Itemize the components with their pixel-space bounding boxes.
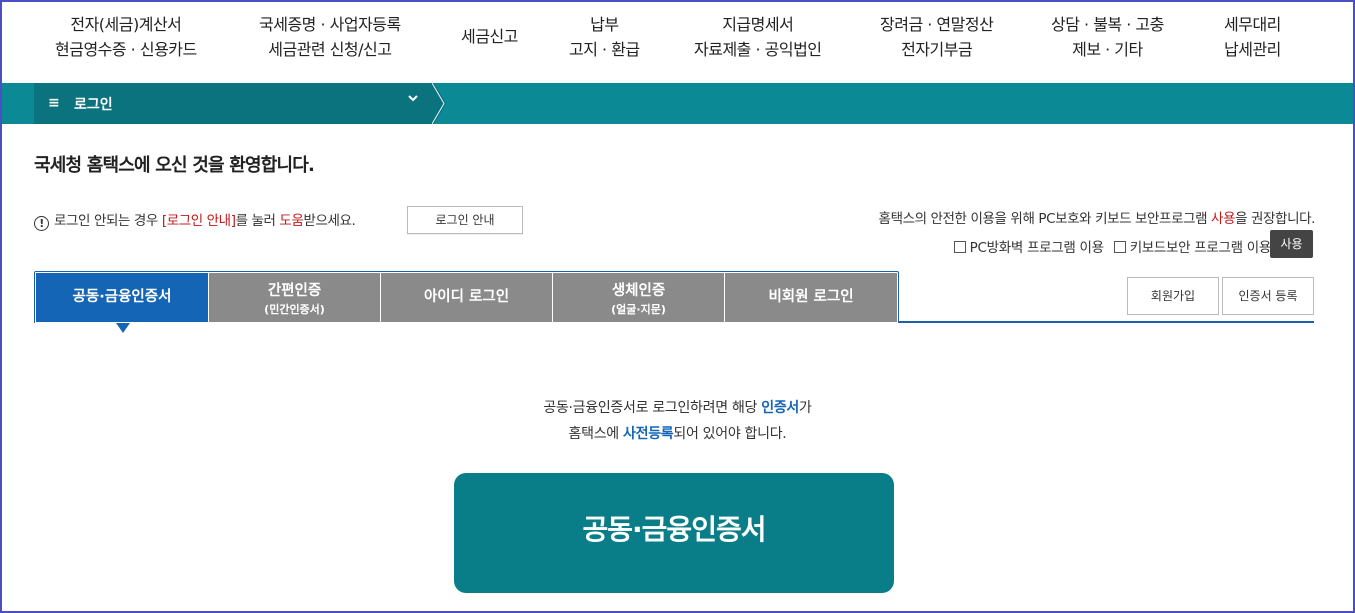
nav-item-incentive[interactable]: 장려금 · 연말정산 전자기부금 [880,12,994,62]
nav-item-line: 현금영수증 · 신용카드 [55,40,197,59]
use-button[interactable]: 사용 [1270,230,1313,258]
tab-label: 공동·금융인증서 [72,289,172,305]
login-method-tabs: 공동·금융인증서 간편인증 (민간인증서) 아이디 로그인 생체인증 (얼굴·지… [34,271,899,323]
security-text: 을 권장합니다. [1235,211,1315,227]
breadcrumb-login-dropdown[interactable]: ≡ 로그인 [34,83,432,124]
notice-text: 를 눌러 [235,213,280,229]
tab-label: 간편인증 [267,283,322,299]
help-text: 도움 [279,213,304,229]
security-text: 홈택스의 안전한 이용을 위해 PC보호와 키보드 보안프로그램 [878,211,1212,227]
breadcrumb-label: 로그인 [74,97,113,113]
nav-item-line: 세금관련 신청/신고 [268,40,392,59]
breadcrumb-bar: ≡ 로그인 [2,83,1353,124]
nav-item-certificates[interactable]: 국세증명 · 사업자등록 세금관련 신청/신고 [259,12,401,62]
signup-button[interactable]: 회원가입 [1127,277,1219,315]
nav-item-line: 장려금 · 연말정산 [880,15,994,34]
tab-simple-auth[interactable]: 간편인증 (민간인증서) [209,273,380,322]
nav-item-line: 납부 [590,15,619,34]
firewall-checkbox[interactable] [953,241,966,253]
tab-joint-financial-cert[interactable]: 공동·금융인증서 [36,273,208,322]
nav-item-line: 전자(세금)계산서 [70,15,182,34]
nav-item-line: 고지 · 환급 [569,40,640,59]
info-highlight: 사전등록 [623,426,674,442]
tab-label: 비회원 로그인 [768,289,854,305]
info-text: 가 [799,400,812,416]
nav-item-line: 상담 · 불복 · 고충 [1051,15,1164,34]
security-recommendation: 홈택스의 안전한 이용을 위해 PC보호와 키보드 보안프로그램 사용을 권장합… [878,207,1316,227]
info-text: 홈택스에 [568,426,624,442]
firewall-checkbox-label: PC방화벽 프로그램 이용 [969,240,1104,256]
tab-label: 생체인증 [611,283,666,299]
nav-item-line: 지급명세서 [722,15,794,34]
nav-item-line: 자료제출 · 공익법인 [694,40,822,59]
keyboard-security-checkbox[interactable] [1113,241,1126,253]
top-navigation: 전자(세금)계산서 현금영수증 · 신용카드 국세증명 · 사업자등록 세금관련… [2,2,1353,83]
login-guide-link[interactable]: [로그인 안내] [162,213,236,229]
cert-info-line-2: 홈택스에 사전등록되어 있어야 합니다. [0,423,1355,443]
menu-icon: ≡ [48,95,60,111]
nav-item-consultation[interactable]: 상담 · 불복 · 고충 제보 · 기타 [1051,12,1164,62]
cert-info-line-1: 공동·금융인증서로 로그인하려면 해당 인증서가 [0,397,1355,417]
nav-item-tax-report[interactable]: 세금신고 [461,24,518,49]
exclamation-icon: ! [34,216,49,231]
tab-id-login[interactable]: 아이디 로그인 [381,273,552,322]
nav-item-payment[interactable]: 납부 고지 · 환급 [569,12,640,62]
info-text: 공동·금융인증서로 로그인하려면 해당 [543,400,762,416]
tab-sublabel: (얼굴·지문) [611,303,666,316]
info-text: 되어 있어야 합니다. [673,426,787,442]
nav-item-tax-agent[interactable]: 세무대리 납세관리 [1224,12,1281,62]
welcome-heading: 국세청 홈택스에 오신 것을 환영합니다. [34,155,315,176]
nav-item-line: 전자기부금 [901,40,973,59]
nav-item-line: 세무대리 [1224,15,1281,34]
tab-label: 아이디 로그인 [423,289,510,305]
keyboard-security-checkbox-label: 키보드보안 프로그램 이용 [1129,240,1272,256]
security-highlight: 사용 [1211,211,1236,227]
nav-item-line: 세금신고 [461,27,518,46]
breadcrumb-separator-icon [432,83,446,124]
nav-item-payment-statement[interactable]: 지급명세서 자료제출 · 공익법인 [694,12,822,62]
login-help-notice: ! 로그인 안되는 경우 [로그인 안내]를 눌러 도움받으세요. [34,209,356,231]
tab-non-member[interactable]: 비회원 로그인 [725,273,897,322]
tab-biometric[interactable]: 생체인증 (얼굴·지문) [553,273,724,322]
tab-underline [898,321,1314,323]
login-guide-button[interactable]: 로그인 안내 [407,206,523,234]
active-tab-pointer-icon [116,323,130,333]
joint-financial-cert-login-button[interactable]: 공동·금융인증서 [454,473,894,593]
info-highlight: 인증서 [761,400,800,416]
nav-item-line: 국세증명 · 사업자등록 [259,15,401,34]
notice-text: 로그인 안되는 경우 [54,213,162,229]
nav-item-e-invoice[interactable]: 전자(세금)계산서 현금영수증 · 신용카드 [55,12,197,62]
tab-sublabel: (민간인증서) [264,303,325,316]
nav-item-line: 납세관리 [1224,40,1281,59]
chevron-down-icon [407,92,419,108]
cert-register-button[interactable]: 인증서 등록 [1222,277,1314,315]
security-options: PC방화벽 프로그램 이용 키보드보안 프로그램 이용 [953,236,1272,256]
notice-text: 받으세요. [303,213,356,229]
nav-item-line: 제보 · 기타 [1072,40,1143,59]
